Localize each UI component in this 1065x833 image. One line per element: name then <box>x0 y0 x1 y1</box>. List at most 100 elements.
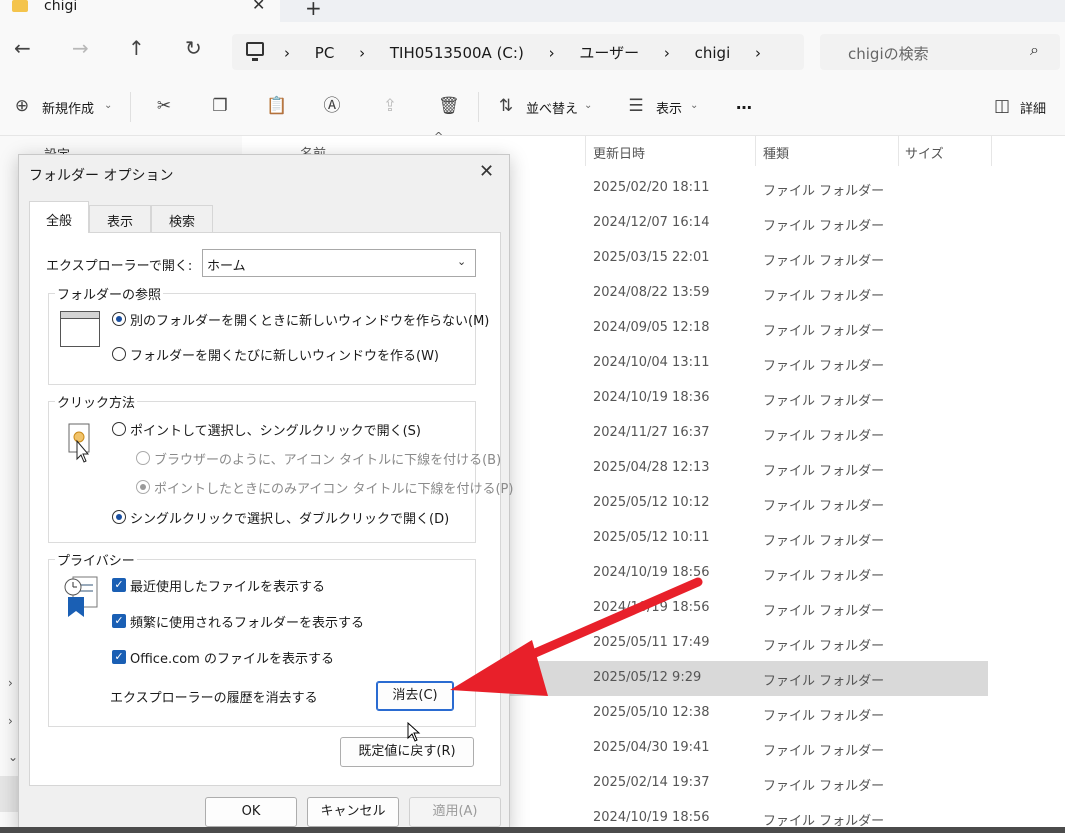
selected-nav-item[interactable] <box>0 776 20 812</box>
cut-icon[interactable]: ✂ <box>154 96 174 116</box>
delete-icon[interactable]: 🗑 <box>438 96 460 116</box>
close-icon[interactable]: ✕ <box>479 161 494 182</box>
row-type: ファイル フォルダー <box>763 324 885 339</box>
same-window-label[interactable]: 別のフォルダーを開くときに新しいウィンドウを作らない(M) <box>130 310 489 329</box>
divider[interactable] <box>585 136 586 166</box>
tab-search[interactable]: 検索 <box>151 205 213 233</box>
radio-single-click[interactable] <box>112 422 126 436</box>
divider[interactable] <box>755 136 756 166</box>
chevron-right-icon[interactable]: › <box>284 44 290 62</box>
row-modified-date: 2025/02/14 19:37 <box>593 775 710 790</box>
row-modified-date: 2024/10/19 18:36 <box>593 390 710 405</box>
search-icon: ⌕ <box>1030 40 1039 59</box>
close-tab-icon[interactable]: ✕ <box>252 0 265 14</box>
new-window-label[interactable]: フォルダーを開くたびに新しいウィンドウを作る(W) <box>130 345 439 364</box>
row-modified-date: 2024/10/19 18:56 <box>593 565 710 580</box>
frequent-folders-label[interactable]: 頻繁に使用されるフォルダーを表示する <box>130 612 364 631</box>
tab-general[interactable]: 全般 <box>29 201 89 233</box>
row-type: ファイル フォルダー <box>763 569 885 584</box>
add-circle-icon: ⊕ <box>14 96 30 116</box>
tab-bar: chigi ✕ + <box>0 0 1065 22</box>
chevron-down-icon[interactable]: ⌄ <box>8 750 18 764</box>
row-type: ファイル フォルダー <box>763 604 885 619</box>
radio-underline-always[interactable] <box>136 451 150 465</box>
row-type: ファイル フォルダー <box>763 359 885 374</box>
row-type: ファイル フォルダー <box>763 429 885 444</box>
chevron-down-icon[interactable]: ⌄ <box>104 100 112 111</box>
pc-icon <box>246 42 264 61</box>
chevron-right-icon[interactable]: › <box>359 44 365 62</box>
details-button[interactable]: 詳細 <box>1020 98 1046 117</box>
tab-chigi[interactable]: chigi ✕ <box>0 0 280 22</box>
forward-arrow-icon[interactable]: → <box>72 36 89 60</box>
row-modified-date: 2024/08/22 13:59 <box>593 285 710 300</box>
column-date[interactable]: 更新日時 <box>593 143 645 162</box>
more-options-button[interactable]: … <box>736 94 752 113</box>
row-type: ファイル フォルダー <box>763 779 885 794</box>
radio-new-window[interactable] <box>112 347 126 361</box>
row-modified-date: 2024/10/19 18:56 <box>593 810 710 825</box>
recent-files-label[interactable]: 最近使用したファイルを表示する <box>130 576 325 595</box>
radio-same-window[interactable] <box>112 312 126 326</box>
up-arrow-icon[interactable]: ↑ <box>128 36 145 60</box>
underline-hover-label[interactable]: ポイントしたときにのみアイコン タイトルに下線を付ける(P) <box>154 478 513 497</box>
divider[interactable] <box>991 136 992 166</box>
apply-button[interactable]: 適用(A) <box>409 797 501 827</box>
breadcrumb-item[interactable]: chigi <box>695 44 731 62</box>
chevron-down-icon[interactable]: ⌄ <box>690 100 698 111</box>
refresh-icon[interactable]: ↻ <box>185 36 202 60</box>
window-icon <box>60 311 100 347</box>
copy-icon[interactable]: ❐ <box>210 96 230 116</box>
chevron-right-icon[interactable]: › <box>8 714 13 728</box>
folder-options-dialog: フォルダー オプション ✕ 全般 表示 検索 エクスプローラーで開く: ホーム … <box>18 154 513 833</box>
row-modified-date: 2024/09/05 12:18 <box>593 320 710 335</box>
share-icon[interactable]: ⇪ <box>380 96 400 116</box>
sort-button[interactable]: 並べ替え <box>526 98 578 117</box>
radio-double-click[interactable] <box>112 510 126 524</box>
breadcrumb-item[interactable]: PC <box>315 44 335 62</box>
underline-always-label[interactable]: ブラウザーのように、アイコン タイトルに下線を付ける(B) <box>154 449 501 468</box>
column-type[interactable]: 種類 <box>763 143 789 162</box>
double-click-label[interactable]: シングルクリックで選択し、ダブルクリックで開く(D) <box>130 508 449 527</box>
new-button[interactable]: 新規作成 <box>42 98 94 117</box>
divider <box>130 92 131 122</box>
tab-view[interactable]: 表示 <box>89 205 151 233</box>
chevron-right-icon[interactable]: › <box>549 44 555 62</box>
view-button[interactable]: 表示 <box>656 98 682 117</box>
browse-folders-heading: フォルダーの参照 <box>55 284 164 303</box>
back-arrow-icon[interactable]: ← <box>14 36 31 60</box>
office-files-label[interactable]: Office.com のファイルを表示する <box>130 648 334 667</box>
row-modified-date: 2025/05/11 17:49 <box>593 635 710 650</box>
breadcrumb-item[interactable]: ユーザー <box>579 44 639 62</box>
privacy-heading: プライバシー <box>55 550 137 569</box>
single-click-label[interactable]: ポイントして選択し、シングルクリックで開く(S) <box>130 420 421 439</box>
ok-button[interactable]: OK <box>205 797 297 827</box>
column-size[interactable]: サイズ <box>905 143 944 162</box>
radio-underline-hover[interactable] <box>136 480 150 494</box>
cancel-button[interactable]: キャンセル <box>307 797 399 827</box>
chevron-right-icon[interactable]: › <box>8 676 13 690</box>
search-input[interactable]: chigiの検索 ⌕ <box>820 34 1060 70</box>
breadcrumb-item[interactable]: TIH0513500A (C:) <box>390 44 524 62</box>
clear-history-label: エクスプローラーの履歴を消去する <box>110 691 318 706</box>
divider[interactable] <box>898 136 899 166</box>
row-modified-date: 2025/03/15 22:01 <box>593 250 710 265</box>
new-tab-button[interactable]: + <box>305 0 322 20</box>
row-modified-date: 2025/05/10 12:38 <box>593 705 710 720</box>
view-icon: ☰ <box>628 96 644 116</box>
browse-folders-group: フォルダーの参照 <box>48 284 476 385</box>
chevron-right-icon[interactable]: › <box>755 44 761 62</box>
address-bar[interactable]: › PC › TIH0513500A (C:) › ユーザー › chigi › <box>232 34 804 70</box>
checkbox-office-files[interactable]: ✓ <box>112 650 126 664</box>
open-explorer-select[interactable]: ホーム ⌄ <box>202 249 476 277</box>
checkbox-recent-files[interactable]: ✓ <box>112 578 126 592</box>
rename-icon[interactable]: Ⓐ <box>322 96 342 116</box>
paste-icon[interactable]: 📋 <box>266 96 287 116</box>
chevron-down-icon[interactable]: ⌄ <box>584 100 592 111</box>
details-pane-icon: ◫ <box>993 96 1011 116</box>
row-type: ファイル フォルダー <box>763 394 885 409</box>
open-explorer-value: ホーム <box>207 259 246 274</box>
chevron-right-icon[interactable]: › <box>664 44 670 62</box>
checkbox-frequent-folders[interactable]: ✓ <box>112 614 126 628</box>
clear-button[interactable]: 消去(C) <box>376 681 454 711</box>
